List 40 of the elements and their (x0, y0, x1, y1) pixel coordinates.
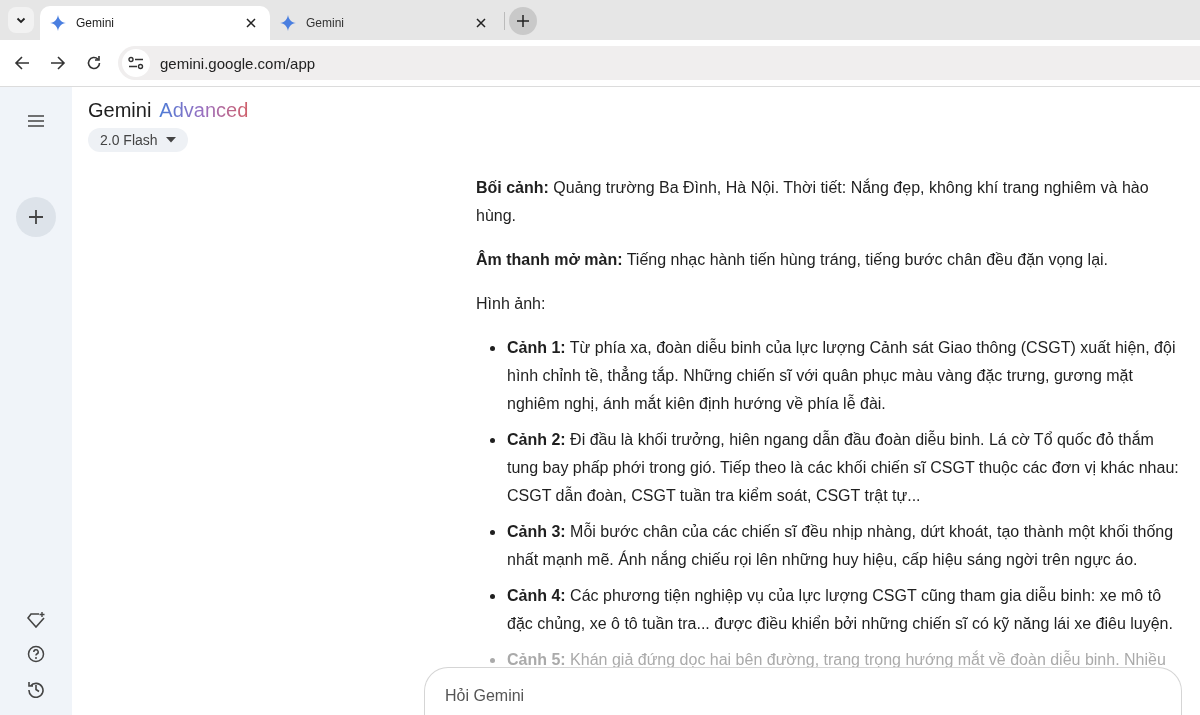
url-text: gemini.google.com/app (160, 54, 316, 72)
response-paragraph: Hình ảnh: (476, 294, 547, 314)
bullet-icon (490, 594, 495, 599)
response-paragraph: Bối cảnh: Quảng trường Ba Đình, Hà Nội. Thời tiết: Nắng đẹp, không khí trang nghiêm và hào hùng. (476, 177, 1150, 226)
scene-item: Cảnh 4: Các phương tiện nghiệp vụ của lực lượng CSGT cũng tham gia diễu binh: xe mô tô đặc chủng, xe ô tô tuần tra... được điều khiển bởi những chiến sĩ có kỹ năng lái xe điêu luyện. (507, 585, 1174, 634)
close-icon[interactable] (476, 18, 486, 28)
new-chat-button[interactable] (16, 197, 56, 237)
gem-plus-icon[interactable] (27, 612, 45, 628)
browser-tab[interactable]: Gemini (40, 6, 270, 40)
sparkle-icon (280, 15, 296, 31)
app-name: Gemini (88, 99, 152, 122)
bullet-icon (490, 346, 495, 351)
tab-title: Gemini (306, 16, 345, 30)
forward-icon[interactable] (50, 55, 66, 71)
response-paragraph: Âm thanh mở màn: Tiếng nhạc hành tiến hùng tráng, tiếng bước chân đều đặn vọng lại. (476, 249, 1110, 270)
new-tab-button[interactable] (509, 7, 537, 35)
close-icon[interactable] (246, 18, 256, 28)
address-bar[interactable]: gemini.google.com/app (118, 46, 1200, 80)
bullet-icon (490, 438, 495, 443)
help-icon[interactable] (27, 645, 45, 663)
reload-icon[interactable] (86, 55, 102, 71)
scene-item: Cảnh 3: Mỗi bước chân của các chiến sĩ đều nhịp nhàng, dứt khoát, tạo thành một khối thống nhất mạnh mẽ. Ánh nắng chiếu rọi lên những huy hiệu, cấp hiệu sáng ngời trên ngực áo. (507, 521, 1175, 570)
bullet-icon (490, 530, 495, 535)
bullet-icon (490, 658, 495, 663)
menu-icon[interactable] (28, 115, 44, 127)
model-selector[interactable]: 2.0 Flash (88, 128, 188, 152)
browser-tab[interactable]: Gemini (270, 6, 500, 40)
site-settings-button[interactable] (122, 49, 150, 77)
prompt-field[interactable]: Hỏi Gemini (424, 667, 1182, 715)
scene-item: Cảnh 2: Đi đầu là khối trưởng, hiên ngang dẫn đầu đoàn diễu binh. Lá cờ Tổ quốc đỏ thắm tung bay phấp phới trong gió. Tiếp theo là các khối chiến sĩ CSGT thuộc các đơn vị khác nhau: CSGT dẫn đoàn, CSGT tuần tra kiểm soát, CSGT trật tự... (507, 429, 1180, 506)
sparkle-icon (50, 15, 66, 31)
caret-icon (165, 137, 176, 143)
sliders-icon (128, 56, 144, 70)
scene-item: Cảnh 1: Từ phía xa, đoàn diễu binh của lực lượng Cảnh sát Giao thông (CSGT) xuất hiện, đội hình chỉnh tề, thẳng tắp. Những chiến sĩ với quân phục màu vàng đặc trưng, gương mặt nghiêm nghị, ánh mắt kiên định hướng về phía lễ đài. (507, 337, 1177, 414)
back-icon[interactable] (14, 55, 30, 71)
tab-title: Gemini (76, 16, 115, 30)
plus-icon (29, 210, 43, 224)
history-icon[interactable] (27, 680, 45, 698)
tab-list-button[interactable] (8, 7, 34, 33)
plus-icon (517, 15, 529, 27)
